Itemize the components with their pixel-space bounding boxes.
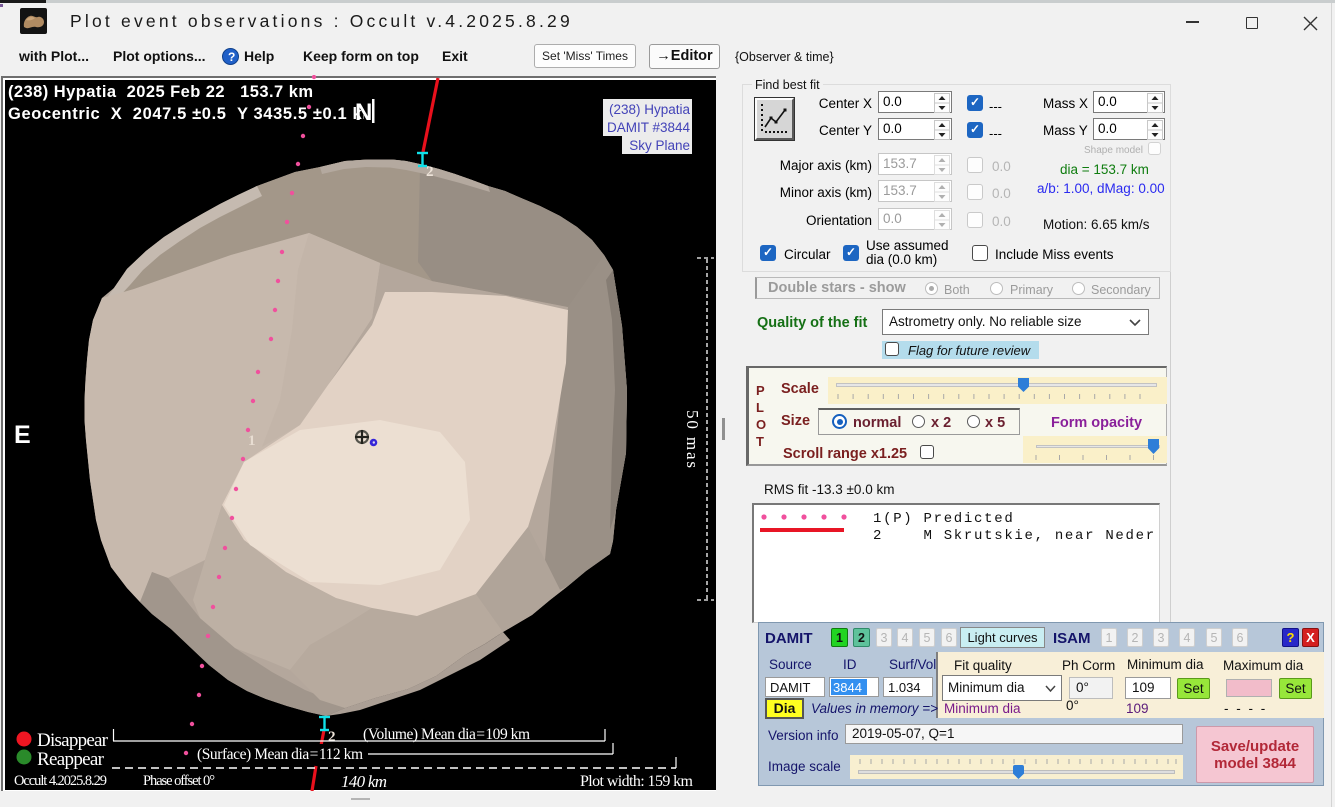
svg-text:(238) Hypatia 2025 Feb 22 1: (238) Hypatia 2025 Feb 22 153.7 km (8, 83, 313, 101)
svg-text:N: N (355, 99, 372, 126)
svg-text:Reappear: Reappear (37, 749, 105, 770)
svg-text:2: 2 (426, 164, 434, 180)
svg-text:1: 1 (248, 433, 256, 449)
svg-text:DAMIT #3844: DAMIT #3844 (607, 120, 691, 135)
svg-text:Disappear: Disappear (37, 730, 109, 751)
svg-text:Plot width: 159 km: Plot width: 159 km (580, 773, 694, 790)
svg-text:2: 2 (328, 729, 336, 745)
svg-text:(Volume) Mean dia = 109 km: (Volume) Mean dia = 109 km (363, 726, 530, 743)
svg-text:Phase offset 0°: Phase offset 0° (143, 773, 215, 789)
svg-text:Geocentric X 2047.5 ±0.5 Y: Geocentric X 2047.5 ±0.5 Y 3435.5 ±0.1 k… (8, 105, 377, 123)
svg-text:Occult 4.2025.8.29: Occult 4.2025.8.29 (14, 773, 107, 789)
svg-text:140 km: 140 km (341, 772, 387, 791)
svg-text:(Surface) Mean dia = 112 km: (Surface) Mean dia = 112 km (197, 746, 363, 763)
svg-text:Sky Plane: Sky Plane (629, 138, 690, 153)
svg-text:E: E (14, 421, 31, 449)
svg-text:(238) Hypatia: (238) Hypatia (609, 102, 691, 117)
